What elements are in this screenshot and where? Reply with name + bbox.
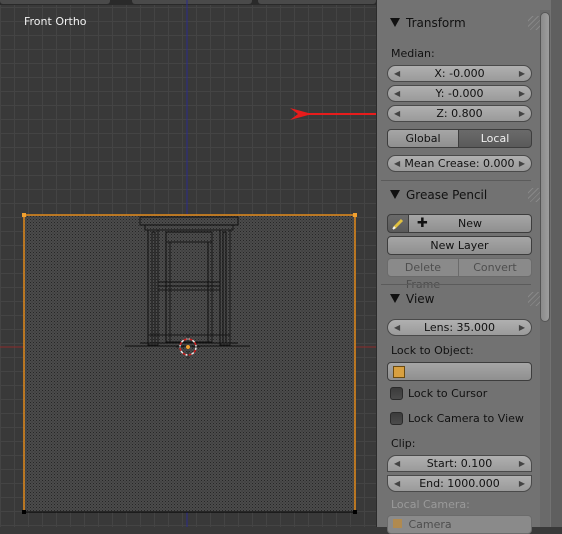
properties-panel: Transform Median: ◀ X: -0.000 ▶ ◀ Y: -0.… (376, 0, 562, 534)
decrement-arrow-icon[interactable]: ◀ (394, 320, 400, 335)
local-camera-field[interactable]: Camera (387, 515, 532, 534)
pencil-draw-button[interactable] (387, 214, 409, 233)
grease-pencil-header-label: Grease Pencil (406, 188, 488, 202)
3d-viewport[interactable]: Front Ortho (0, 0, 376, 527)
new-layer-button[interactable]: New Layer (387, 236, 532, 255)
local-camera-label: Local Camera: (391, 498, 470, 511)
increment-arrow-icon[interactable]: ▶ (519, 86, 525, 101)
increment-arrow-icon[interactable]: ▶ (519, 66, 525, 81)
decrement-arrow-icon[interactable]: ◀ (394, 456, 400, 471)
increment-arrow-icon[interactable]: ▶ (519, 156, 525, 171)
increment-arrow-icon[interactable]: ▶ (519, 476, 525, 491)
global-toggle-button[interactable]: Global (387, 129, 459, 148)
section-divider (381, 180, 531, 181)
decrement-arrow-icon[interactable]: ◀ (394, 106, 400, 121)
lens-field[interactable]: ◀ Lens: 35.000 ▶ (387, 319, 532, 336)
delete-frame-button[interactable]: Delete Frame (387, 258, 459, 291)
collapse-triangle-icon[interactable] (390, 190, 400, 199)
median-x-value: X: -0.000 (434, 67, 485, 80)
mean-crease-value: Mean Crease: 0.000 (404, 157, 515, 170)
lock-object-field[interactable] (387, 362, 532, 381)
scene-geometry[interactable] (0, 0, 376, 527)
transform-header-label: Transform (406, 16, 466, 30)
pencil-icon (392, 218, 404, 230)
panel-edge (551, 0, 562, 527)
median-z-value: Z: 0.800 (436, 107, 483, 120)
plus-icon: ✚ (417, 216, 428, 231)
collapse-triangle-icon[interactable] (390, 18, 400, 27)
collapse-triangle-icon[interactable] (390, 294, 400, 303)
median-y-value: Y: -0.000 (435, 87, 484, 100)
grease-pencil-panel-header[interactable]: Grease Pencil (380, 185, 542, 207)
mesh-plane[interactable] (23, 214, 356, 513)
median-y-field[interactable]: ◀ Y: -0.000 ▶ (387, 85, 532, 102)
decrement-arrow-icon[interactable]: ◀ (394, 156, 400, 171)
view-panel-header[interactable]: View (380, 289, 542, 311)
scrollbar-thumb[interactable] (540, 12, 550, 322)
lock-to-cursor-label: Lock to Cursor (408, 387, 488, 400)
lock-camera-label: Lock Camera to View (408, 412, 524, 425)
clip-end-field[interactable]: ◀ End: 1000.000 ▶ (387, 475, 532, 492)
clip-end-value: End: 1000.000 (419, 477, 500, 490)
median-x-field[interactable]: ◀ X: -0.000 ▶ (387, 65, 532, 82)
decrement-arrow-icon[interactable]: ◀ (394, 476, 400, 491)
convert-button[interactable]: Convert (458, 258, 532, 277)
lock-to-object-label: Lock to Object: (391, 344, 474, 357)
clip-start-field[interactable]: ◀ Start: 0.100 ▶ (387, 455, 532, 472)
view-header-label: View (406, 292, 435, 306)
new-grease-pencil-button[interactable]: ✚ New (408, 214, 532, 233)
median-label: Median: (391, 47, 435, 60)
local-toggle-button[interactable]: Local (458, 129, 532, 148)
mean-crease-field[interactable]: ◀ Mean Crease: 0.000 ▶ (387, 155, 532, 172)
decrement-arrow-icon[interactable]: ◀ (394, 86, 400, 101)
camera-field-value: Camera (408, 518, 452, 531)
increment-arrow-icon[interactable]: ▶ (519, 456, 525, 471)
increment-arrow-icon[interactable]: ▶ (519, 106, 525, 121)
object-cube-icon (393, 366, 405, 378)
lock-camera-checkbox[interactable] (390, 412, 403, 425)
lock-to-cursor-checkbox[interactable] (390, 387, 403, 400)
clip-label: Clip: (391, 437, 416, 450)
decrement-arrow-icon[interactable]: ◀ (394, 66, 400, 81)
transform-panel-header[interactable]: Transform (380, 13, 542, 35)
median-z-field[interactable]: ◀ Z: 0.800 ▶ (387, 105, 532, 122)
new-label: New (458, 217, 482, 230)
section-divider (381, 284, 531, 285)
clip-start-value: Start: 0.100 (426, 457, 493, 470)
lens-value: Lens: 35.000 (423, 321, 496, 334)
increment-arrow-icon[interactable]: ▶ (519, 320, 525, 335)
